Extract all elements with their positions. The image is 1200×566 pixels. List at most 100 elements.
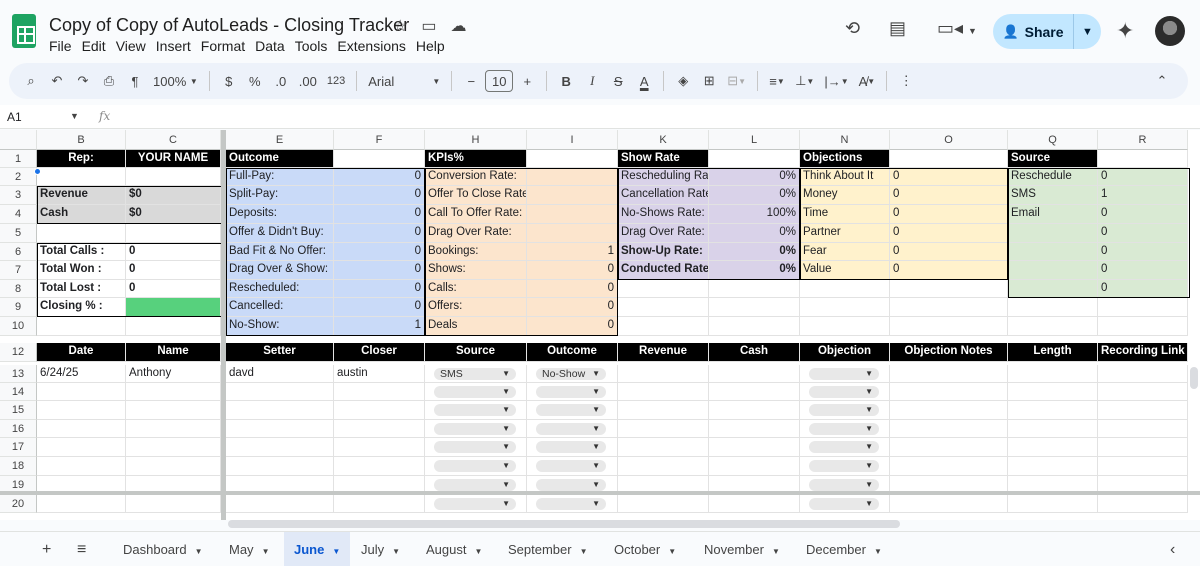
cell[interactable] (1008, 495, 1098, 513)
chevron-down-icon[interactable]: ▼ (262, 547, 270, 556)
sheet-tab-may[interactable]: May ▼ (219, 532, 279, 566)
frozen-row-divider[interactable] (0, 491, 1200, 495)
row-header[interactable]: 9 (0, 298, 37, 317)
table-header[interactable]: Date (37, 343, 126, 362)
sheet-tab-december[interactable]: December ▼ (796, 532, 892, 566)
table-header[interactable]: Length (1008, 343, 1098, 362)
cell[interactable]: 0 (1098, 168, 1188, 186)
sheet-tab-september[interactable]: September ▼ (498, 532, 598, 566)
row-header[interactable]: 12 (0, 343, 37, 362)
cell[interactable]: 0 (126, 243, 221, 261)
cell[interactable]: Value (800, 261, 890, 280)
cell[interactable] (37, 438, 126, 457)
cloud-status-icon[interactable]: ☁ (450, 16, 466, 36)
sheet-tab-november[interactable]: November ▼ (694, 532, 790, 566)
cell[interactable]: Call To Offer Rate: (425, 205, 527, 224)
row-header[interactable]: 10 (0, 317, 37, 336)
format-currency-button[interactable]: $ (217, 67, 241, 95)
cell[interactable]: 0 (334, 243, 425, 261)
cell[interactable] (1098, 438, 1188, 457)
cell[interactable]: No-Show: (226, 317, 334, 336)
cell[interactable] (618, 383, 709, 401)
search-menus-icon[interactable]: ⌕ (19, 67, 43, 95)
frozen-column-divider[interactable] (221, 130, 226, 520)
column-header[interactable]: B (37, 130, 126, 150)
cell[interactable]: Shows: (425, 261, 527, 280)
cell[interactable] (527, 205, 618, 224)
menu-insert[interactable]: Insert (156, 38, 197, 54)
row-header[interactable]: 15 (0, 401, 37, 420)
comments-icon[interactable]: ▤ (889, 18, 906, 39)
cell[interactable] (1008, 457, 1098, 476)
cell[interactable]: YOUR NAME (126, 150, 221, 168)
cell[interactable] (126, 438, 221, 457)
cell[interactable] (334, 420, 425, 438)
text-rotation-icon[interactable]: A̸ ▼ (855, 67, 880, 95)
menu-view[interactable]: View (116, 38, 152, 54)
meet-video-icon[interactable]: ▭◂ ▼ (937, 18, 977, 39)
cell[interactable]: Deposits: (226, 205, 334, 224)
cell[interactable] (1008, 298, 1098, 317)
cell[interactable] (126, 224, 221, 243)
row-header[interactable]: 2 (0, 168, 37, 186)
cell[interactable] (709, 457, 800, 476)
cell[interactable]: 0% (709, 168, 800, 186)
cell[interactable]: Drag Over Rate: (618, 224, 709, 243)
source-dropdown[interactable]: ▼ (434, 404, 516, 416)
table-header[interactable]: Recording Link (1098, 343, 1188, 362)
horizontal-scrollbar[interactable] (228, 520, 900, 528)
objection-dropdown[interactable]: ▼ (809, 460, 879, 472)
cell[interactable] (334, 438, 425, 457)
cell[interactable]: Partner (800, 224, 890, 243)
cell[interactable]: 0 (890, 168, 1008, 186)
outcome-dropdown[interactable]: No-Show ▼ (536, 368, 606, 380)
objection-dropdown[interactable]: ▼ (809, 404, 879, 416)
cell[interactable] (126, 420, 221, 438)
cell[interactable]: Closing % : (37, 298, 126, 317)
sheet-tab-october[interactable]: October ▼ (604, 532, 686, 566)
cell[interactable] (1098, 457, 1188, 476)
star-icon[interactable]: ☆ (393, 16, 407, 36)
cell[interactable]: 1 (334, 317, 425, 336)
increase-font-size-icon[interactable]: + (515, 67, 539, 95)
chevron-down-icon[interactable]: ▼ (580, 547, 588, 556)
cell[interactable] (37, 383, 126, 401)
cell[interactable]: Revenue (37, 186, 126, 205)
cell[interactable]: 0 (890, 224, 1008, 243)
row-header[interactable]: 1 (0, 150, 37, 168)
cell[interactable] (527, 168, 618, 186)
cell[interactable]: Rescheduled: (226, 280, 334, 298)
cell[interactable] (709, 150, 800, 168)
cell[interactable] (890, 317, 1008, 336)
cell[interactable] (890, 420, 1008, 438)
cell[interactable] (800, 317, 890, 336)
outcome-dropdown[interactable]: ▼ (536, 423, 606, 435)
cell[interactable] (1008, 243, 1098, 261)
cell[interactable] (890, 495, 1008, 513)
cell[interactable] (126, 168, 221, 186)
column-header[interactable]: L (709, 130, 800, 150)
source-dropdown[interactable]: ▼ (434, 423, 516, 435)
cell[interactable] (226, 420, 334, 438)
cell[interactable]: Drag Over Rate: (425, 224, 527, 243)
sheet-tab-august[interactable]: August ▼ (416, 532, 492, 566)
row-header[interactable]: 13 (0, 365, 37, 383)
cell[interactable] (126, 383, 221, 401)
share-dropdown-button[interactable]: ▼ (1074, 26, 1101, 38)
cell[interactable]: Time (800, 205, 890, 224)
cell[interactable] (226, 438, 334, 457)
cell[interactable] (1098, 383, 1188, 401)
outcome-dropdown[interactable]: ▼ (536, 441, 606, 453)
cell[interactable] (226, 495, 334, 513)
cell[interactable]: 0 (890, 261, 1008, 280)
source-dropdown[interactable]: ▼ (434, 460, 516, 472)
bold-button[interactable]: B (554, 67, 578, 95)
column-header[interactable]: I (527, 130, 618, 150)
cell[interactable] (618, 365, 709, 383)
cell[interactable] (1098, 401, 1188, 420)
outcome-dropdown[interactable]: ▼ (536, 460, 606, 472)
cell[interactable] (709, 298, 800, 317)
move-folder-icon[interactable]: ▭ (421, 16, 436, 36)
cell[interactable] (1098, 495, 1188, 513)
row-header[interactable]: 18 (0, 457, 37, 476)
